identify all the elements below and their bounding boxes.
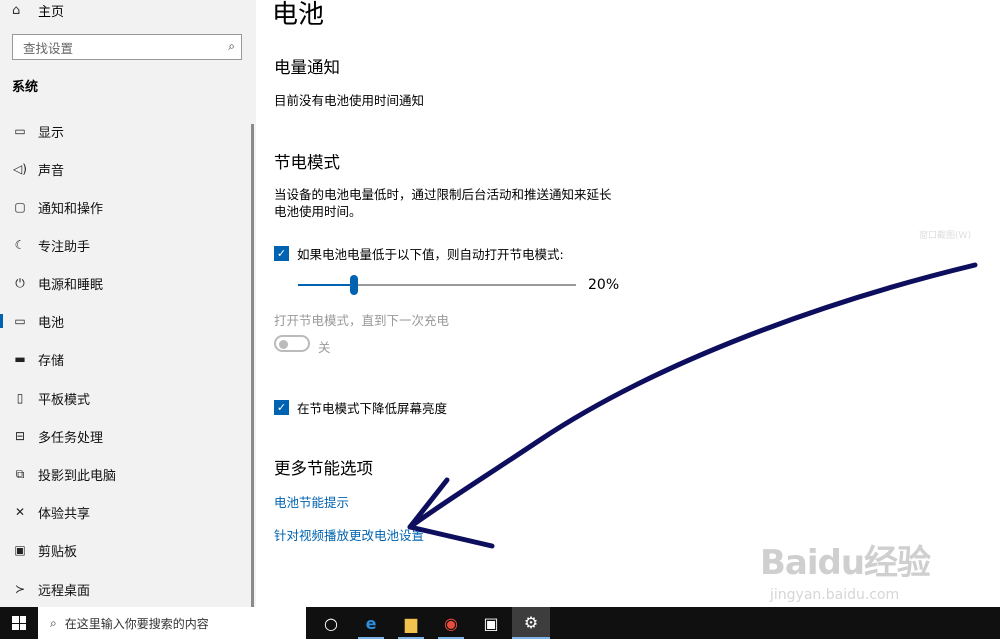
sidebar: ⌂ 主页 查找设置 ⌕ 系统 ▭ 显示 ◁) 声音 ▢ 通知和操作 ☾ 专注助手… xyxy=(0,0,256,607)
explorer-icon[interactable]: ▆ xyxy=(392,607,430,639)
battery-tips-link[interactable]: 电池节能提示 xyxy=(274,492,349,511)
taskbar: ⌕ 在这里输入你要搜索的内容 ○ e ▆ ◉ ▣ ⚙ xyxy=(0,607,1000,639)
sidebar-item-label: 多任务处理 xyxy=(38,430,104,446)
search-placeholder: 查找设置 xyxy=(23,40,74,56)
sidebar-item-label: 投影到此电脑 xyxy=(38,468,117,484)
lower-brightness-checkbox[interactable]: ✓ 在节电模式下降低屏幕亮度 xyxy=(274,398,447,417)
settings-search-input[interactable]: 查找设置 ⌕ xyxy=(12,34,242,60)
toggle-state-label: 关 xyxy=(318,340,331,355)
saver-heading: 节电模式 xyxy=(274,153,340,172)
windows-icon xyxy=(12,616,26,630)
sidebar-item-focus-assist[interactable]: ☾ 专注助手 xyxy=(0,230,250,260)
moon-icon: ☾ xyxy=(14,238,26,252)
sidebar-item-clipboard[interactable]: ▣ 剪贴板 xyxy=(0,535,250,565)
saver-toggle[interactable] xyxy=(274,335,310,352)
remote-icon: ≻ xyxy=(14,582,26,596)
storage-icon: ▬ xyxy=(14,352,26,366)
monitor-icon: ▭ xyxy=(14,124,26,138)
sidebar-item-notifications[interactable]: ▢ 通知和操作 xyxy=(0,192,250,222)
sidebar-item-sound[interactable]: ◁) 声音 xyxy=(0,154,250,184)
slider-thumb[interactable] xyxy=(350,275,358,295)
project-icon: ⧉ xyxy=(15,466,25,481)
taskbar-search-placeholder: 在这里输入你要搜索的内容 xyxy=(64,616,209,631)
sidebar-item-project[interactable]: ⧉ 投影到此电脑 xyxy=(0,459,250,489)
speaker-icon: ◁) xyxy=(13,162,27,176)
share-icon: ✕ xyxy=(14,505,26,519)
home-icon: ⌂ xyxy=(12,2,21,18)
watermark-url: jingyan.baidu.com xyxy=(770,587,900,603)
sidebar-item-power-sleep[interactable]: ⏻ 电源和睡眠 xyxy=(0,268,250,298)
page-title: 电池 xyxy=(272,0,325,30)
search-icon[interactable]: ⌕ xyxy=(228,39,235,54)
sidebar-scrollbar[interactable] xyxy=(251,124,254,607)
sidebar-item-label: 剪贴板 xyxy=(38,544,78,560)
power-icon: ⏻ xyxy=(15,275,25,290)
sidebar-item-label: 显示 xyxy=(38,125,65,141)
clipboard-icon: ▣ xyxy=(14,543,26,557)
home-nav[interactable]: ⌂ 主页 xyxy=(12,0,64,20)
auto-saver-checkbox[interactable]: ✓ 如果电池电量低于以下值，则自动打开节电模式: xyxy=(274,244,564,263)
watermark-logo: Baidu经验 xyxy=(760,543,931,583)
sidebar-item-label: 平板模式 xyxy=(38,392,91,408)
saver-desc-line2: 电池使用时间。 xyxy=(274,204,362,219)
video-playback-link[interactable]: 针对视频播放更改电池设置 xyxy=(274,525,424,544)
auto-saver-label: 如果电池电量低于以下值，则自动打开节电模式: xyxy=(297,247,564,262)
sidebar-item-label: 电池 xyxy=(38,315,65,331)
sidebar-item-label: 体验共享 xyxy=(38,506,91,522)
slider-fill xyxy=(298,284,354,286)
multitask-icon: ⊟ xyxy=(14,429,26,443)
sidebar-item-display[interactable]: ▭ 显示 xyxy=(0,116,250,146)
battery-settings-page: 电池 电量通知 目前没有电池使用时间通知 节电模式 当设备的电池电量低时，通过限… xyxy=(256,0,1000,607)
tablet-icon: ▯ xyxy=(16,391,24,405)
sidebar-item-label: 声音 xyxy=(38,163,65,179)
sidebar-item-label: 远程桌面 xyxy=(38,583,91,599)
cortana-icon[interactable]: ○ xyxy=(312,607,350,639)
sidebar-item-label: 存储 xyxy=(38,353,65,369)
message-icon: ▢ xyxy=(14,200,26,214)
notify-heading: 电量通知 xyxy=(274,58,340,77)
threshold-slider[interactable] xyxy=(298,275,576,295)
notify-text: 目前没有电池使用时间通知 xyxy=(274,93,425,108)
start-button[interactable] xyxy=(0,607,38,639)
store-icon[interactable]: ▣ xyxy=(472,607,510,639)
lower-brightness-label: 在节电模式下降低屏幕亮度 xyxy=(297,401,448,416)
checkmark-icon: ✓ xyxy=(274,246,289,261)
section-title: 系统 xyxy=(12,80,39,95)
battery-icon: ▭ xyxy=(14,314,26,328)
taskbar-search-input[interactable]: ⌕ 在这里输入你要搜索的内容 xyxy=(38,607,306,639)
baidu-watermark: Baidu经验 jingyan.baidu.com xyxy=(760,535,990,605)
sidebar-item-shared[interactable]: ✕ 体验共享 xyxy=(0,497,250,527)
sidebar-item-label: 电源和睡眠 xyxy=(38,277,104,293)
saver-desc-line1: 当设备的电池电量低时，通过限制后台活动和推送通知来延长 xyxy=(274,187,612,202)
sidebar-item-storage[interactable]: ▬ 存储 xyxy=(0,344,250,374)
sidebar-item-label: 专注助手 xyxy=(38,239,91,255)
sidebar-item-battery[interactable]: ▭ 电池 xyxy=(0,306,250,336)
sidebar-item-tablet-mode[interactable]: ▯ 平板模式 xyxy=(0,383,250,413)
sidebar-item-label: 通知和操作 xyxy=(38,201,104,217)
open-saver-label: 打开节电模式，直到下一次充电 xyxy=(274,313,450,328)
threshold-value: 20% xyxy=(588,277,620,293)
search-icon: ⌕ xyxy=(50,615,57,630)
screenshot-button[interactable]: 窗口截图(W) xyxy=(890,228,1000,244)
more-heading: 更多节能选项 xyxy=(274,459,373,478)
checkmark-icon: ✓ xyxy=(274,400,289,415)
settings-icon[interactable]: ⚙ xyxy=(512,607,550,639)
edge-icon[interactable]: e xyxy=(352,607,390,639)
sidebar-item-multitasking[interactable]: ⊟ 多任务处理 xyxy=(0,421,250,451)
home-label: 主页 xyxy=(38,4,65,20)
sidebar-item-remote-desktop[interactable]: ≻ 远程桌面 xyxy=(0,574,250,604)
chrome-icon[interactable]: ◉ xyxy=(432,607,470,639)
